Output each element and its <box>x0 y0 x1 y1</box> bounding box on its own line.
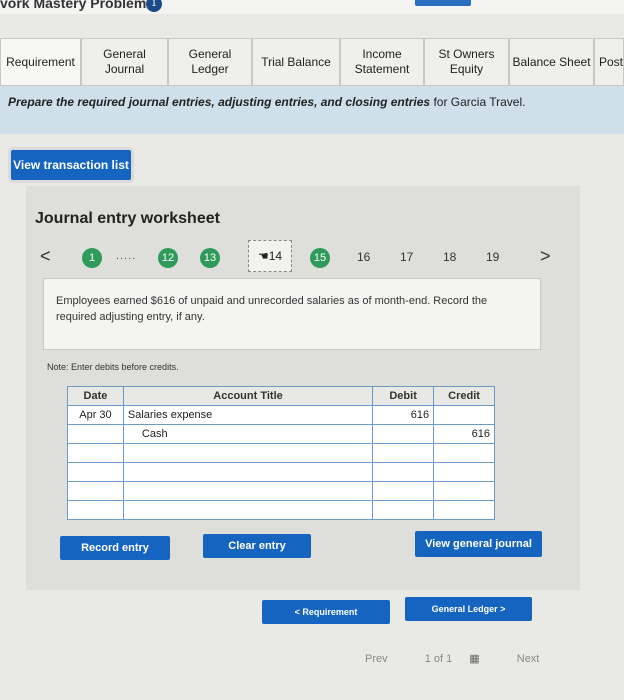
credit-cell[interactable] <box>433 500 495 520</box>
page-footer: Prev 1 of 1 ▦ Next <box>365 652 539 665</box>
date-cell[interactable] <box>67 481 124 501</box>
page-12[interactable]: 12 <box>158 248 178 268</box>
credit-cell[interactable]: 616 <box>433 424 495 444</box>
page-13[interactable]: 13 <box>200 248 220 268</box>
credit-cell[interactable] <box>433 443 495 463</box>
table-row <box>67 462 495 482</box>
entry-pager: < 1 ..... 12 13 ☚14 15 16 17 18 19 > <box>34 240 574 272</box>
header-date: Date <box>67 386 124 406</box>
general-ledger-nav-button[interactable]: General Ledger > <box>405 597 532 621</box>
page-14-label: 14 <box>268 249 283 263</box>
table-row <box>67 500 495 520</box>
debit-cell[interactable] <box>372 424 435 444</box>
credit-cell[interactable] <box>433 462 495 482</box>
requirement-nav-button[interactable]: < Requirement <box>262 600 390 624</box>
debit-cell[interactable] <box>372 462 435 482</box>
account-cell[interactable] <box>122 443 374 463</box>
grid-icon[interactable]: ▦ <box>469 653 479 665</box>
view-general-journal-button[interactable]: View general journal <box>415 531 542 557</box>
top-bar: vork Mastery Problem 1 <box>0 0 624 14</box>
instruction-banner: Prepare the required journal entries, ad… <box>0 86 624 134</box>
header-debit: Debit <box>372 386 435 406</box>
page-indicator: 1 of 1 <box>424 653 453 665</box>
saved-button[interactable] <box>415 0 471 6</box>
page-14-current[interactable]: ☚14 <box>248 240 292 272</box>
page-16[interactable]: 16 <box>357 250 370 264</box>
view-transaction-list-button[interactable]: View transaction list <box>11 150 131 180</box>
journal-table: Date Account Title Debit Credit Apr 30 S… <box>67 386 495 520</box>
table-header-row: Date Account Title Debit Credit <box>67 386 495 406</box>
debit-cell[interactable] <box>372 443 435 463</box>
page-1[interactable]: 1 <box>82 248 102 268</box>
date-cell[interactable] <box>67 443 124 463</box>
debit-cell[interactable]: 616 <box>372 405 435 425</box>
tab-bar: Requirement General Journal General Ledg… <box>0 38 624 86</box>
next-link[interactable]: Next <box>517 653 540 665</box>
journal-entry-worksheet: Journal entry worksheet < 1 ..... 12 13 … <box>26 186 580 590</box>
account-cell[interactable] <box>122 481 374 501</box>
date-cell[interactable] <box>67 462 124 482</box>
tab-trial-balance[interactable]: Trial Balance <box>252 38 340 86</box>
instruction-rest: for Garcia Travel. <box>430 95 526 109</box>
tab-owners-equity[interactable]: St Owners Equity <box>424 38 509 86</box>
record-entry-button[interactable]: Record entry <box>60 536 170 560</box>
pager-ellipsis: ..... <box>116 250 137 262</box>
instruction-bold: Prepare the required journal entries, ad… <box>8 95 431 109</box>
tab-balance-sheet[interactable]: Balance Sheet <box>509 38 594 86</box>
date-cell[interactable]: Apr 30 <box>67 405 124 425</box>
assignment-title: vork Mastery Problem <box>0 0 147 11</box>
page-15[interactable]: 15 <box>310 248 330 268</box>
table-row <box>67 443 495 463</box>
info-badge[interactable]: 1 <box>146 0 162 12</box>
table-row: Cash 616 <box>67 424 495 444</box>
page-19[interactable]: 19 <box>486 250 499 264</box>
hand-cursor-icon: ☚ <box>257 249 269 263</box>
debit-cell[interactable] <box>372 500 435 520</box>
chevron-left-icon[interactable]: < <box>40 246 51 267</box>
account-cell[interactable] <box>122 462 374 482</box>
credit-cell[interactable] <box>433 405 495 425</box>
header-credit: Credit <box>433 386 495 406</box>
table-row <box>67 481 495 501</box>
worksheet-title: Journal entry worksheet <box>35 210 220 227</box>
date-cell[interactable] <box>67 424 124 444</box>
debit-credit-note: Note: Enter debits before credits. <box>47 362 179 372</box>
date-cell[interactable] <box>67 500 124 520</box>
chevron-right-icon[interactable]: > <box>540 246 551 267</box>
page-17[interactable]: 17 <box>400 250 413 264</box>
tab-requirement[interactable]: Requirement <box>0 38 81 86</box>
table-row: Apr 30 Salaries expense 616 <box>67 405 495 425</box>
header-account-title: Account Title <box>122 386 374 406</box>
credit-cell[interactable] <box>433 481 495 501</box>
tab-general-ledger[interactable]: General Ledger <box>168 38 252 86</box>
debit-cell[interactable] <box>372 481 435 501</box>
clear-entry-button[interactable]: Clear entry <box>203 534 311 558</box>
prev-link[interactable]: Prev <box>365 653 388 665</box>
tab-post[interactable]: Post <box>594 38 624 86</box>
account-cell[interactable]: Salaries expense <box>122 405 374 425</box>
account-cell[interactable] <box>122 500 374 520</box>
transaction-description: Employees earned $616 of unpaid and unre… <box>43 278 541 350</box>
account-cell[interactable]: Cash <box>122 424 374 444</box>
page-18[interactable]: 18 <box>443 250 456 264</box>
tab-income-statement[interactable]: Income Statement <box>340 38 424 86</box>
tab-general-journal[interactable]: General Journal <box>81 38 168 86</box>
